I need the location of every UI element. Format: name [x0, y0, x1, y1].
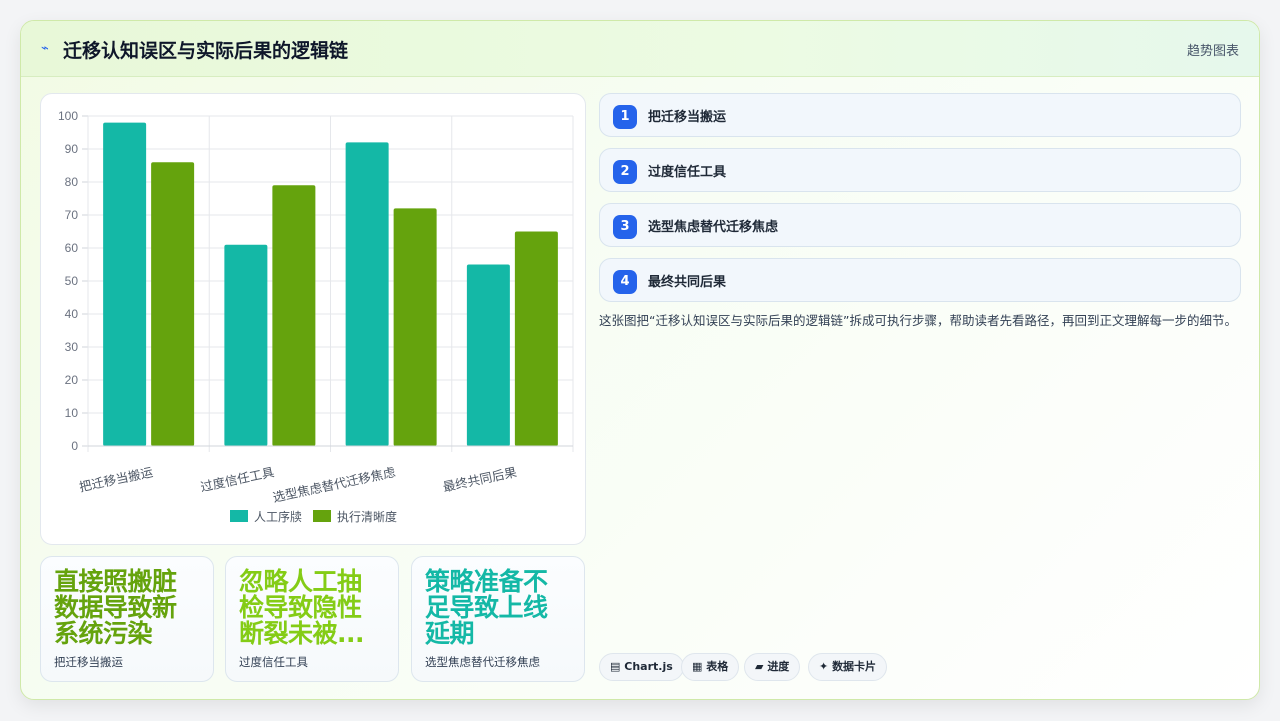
- stat-card-3: 策略准备不 足导致上线 延期 选型焦虑替代迁移焦虑: [411, 556, 585, 682]
- tag-label: 表格: [706, 660, 729, 673]
- tag-chartjs[interactable]: ▤ Chart.js: [599, 653, 684, 681]
- y-tick-label: 80: [65, 175, 79, 189]
- bar-1: [345, 142, 389, 446]
- main-card: ⌁ 迁移认知误区与实际后果的逻辑链 趋势图表 0 10 20 30 40 50 60 70 80…: [20, 20, 1260, 700]
- page-title: 迁移认知误区与实际后果的逻辑链: [63, 40, 349, 62]
- tag-label: 数据卡片: [832, 660, 877, 673]
- bar-2: [393, 208, 437, 446]
- y-tick-label: 0: [71, 439, 78, 453]
- table-icon: ▦: [692, 660, 703, 673]
- stat-headline: 忽略人工抽 检导致隐性 断裂未被...: [239, 567, 365, 648]
- step-item-4[interactable]: 4 最终共同后果: [599, 258, 1241, 302]
- x-tick-label: 过度信任工具: [199, 464, 276, 494]
- step-label: 最终共同后果: [648, 275, 727, 290]
- y-tick-label: 20: [65, 373, 79, 387]
- tag-table[interactable]: ▦ 表格: [681, 653, 740, 681]
- y-tick-label: 90: [65, 142, 79, 156]
- sparkle-icon: ✦: [819, 660, 829, 673]
- stat-card-1: 直接照搬脏 数据导致新 系统污染 把迁移当搬运: [40, 556, 214, 682]
- trend-icon: ⌁: [41, 41, 49, 56]
- bar-2: [151, 162, 195, 446]
- y-tick-label: 100: [58, 109, 78, 123]
- legend-swatch: [313, 510, 331, 522]
- stat-caption: 过度信任工具: [239, 655, 308, 669]
- x-tick-label: 把迁移当搬运: [78, 464, 155, 494]
- progress-icon: ▰: [755, 660, 764, 673]
- chart-description: 这张图把“迁移认知误区与实际后果的逻辑链”拆成可执行步骤，帮助读者先看路径，再回…: [599, 313, 1237, 328]
- step-label: 选型焦虑替代迁移焦虑: [648, 220, 779, 235]
- stat-caption: 选型焦虑替代迁移焦虑: [425, 655, 540, 669]
- y-tick-label: 50: [65, 274, 79, 288]
- step-number-badge: 4: [613, 270, 637, 294]
- tag-progress[interactable]: ▰ 进度: [744, 653, 801, 681]
- bar-1: [466, 264, 510, 446]
- bar-1: [103, 122, 147, 446]
- y-tick-label: 30: [65, 340, 79, 354]
- bar-chart: 0 10 20 30 40 50 60 70 80 90 100 把迁移当搬运 过度信任工具选型焦虑替代…: [58, 109, 574, 524]
- chart-icon: ▤: [610, 660, 621, 673]
- step-number-badge: 2: [613, 160, 637, 184]
- trend-chart-link[interactable]: 趋势图表: [1187, 40, 1239, 59]
- y-tick-label: 70: [65, 208, 79, 222]
- x-tick-label: 最终共同后果: [442, 464, 519, 494]
- stat-headline: 策略准备不 足导致上线 延期: [425, 567, 548, 648]
- bar-2: [272, 185, 316, 447]
- stat-headline: 直接照搬脏 数据导致新 系统污染: [54, 567, 177, 648]
- step-number-badge: 1: [613, 105, 637, 129]
- y-tick-label: 10: [65, 406, 79, 420]
- stat-caption: 把迁移当搬运: [54, 655, 123, 669]
- tag-label: 进度: [767, 660, 790, 673]
- bar-2: [514, 231, 558, 446]
- step-item-1[interactable]: 1 把迁移当搬运: [599, 93, 1241, 137]
- legend-swatch: [230, 510, 248, 522]
- bar-1: [224, 244, 268, 446]
- x-tick-label: 选型焦虑替代迁移焦虑: [271, 464, 397, 505]
- step-label: 把迁移当搬运: [648, 110, 727, 125]
- step-label: 过度信任工具: [648, 165, 727, 180]
- legend-label: 执行清晰度: [337, 509, 397, 524]
- stat-card-2: 忽略人工抽 检导致隐性 断裂未被... 过度信任工具: [225, 556, 399, 682]
- step-item-3[interactable]: 3 选型焦虑替代迁移焦虑: [599, 203, 1241, 247]
- tag-label: Chart.js: [624, 660, 673, 673]
- step-item-2[interactable]: 2 过度信任工具: [599, 148, 1241, 192]
- legend-label: 人工序牍: [254, 509, 302, 524]
- chart-panel: 0 10 20 30 40 50 60 70 80 90 100 把迁移当搬运 过度信任工具 选型焦虑替代…: [40, 93, 586, 545]
- step-number-badge: 3: [613, 215, 637, 239]
- tag-data-card[interactable]: ✦ 数据卡片: [808, 653, 888, 681]
- y-tick-label: 40: [65, 307, 79, 321]
- card-header: ⌁ 迁移认知误区与实际后果的逻辑链 趋势图表: [21, 21, 1259, 77]
- y-tick-label: 60: [65, 241, 79, 255]
